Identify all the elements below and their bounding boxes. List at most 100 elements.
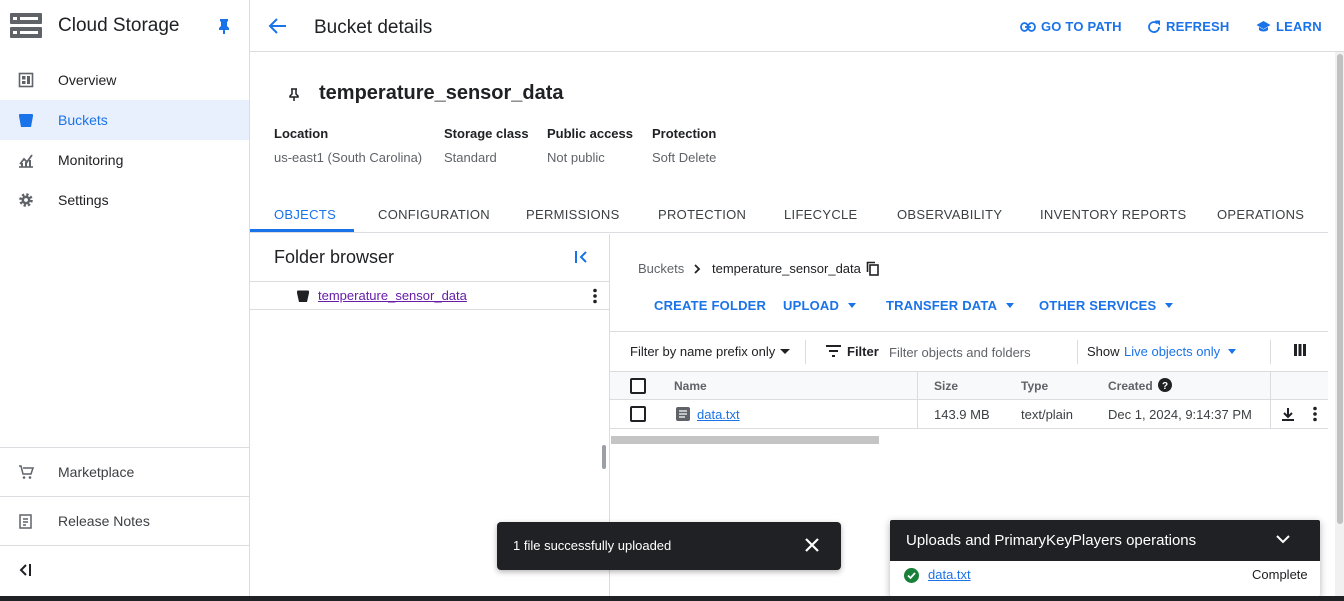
select-all-checkbox[interactable]	[630, 378, 646, 394]
filter-input[interactable]	[889, 342, 1069, 362]
panel-resize-handle[interactable]	[602, 445, 606, 469]
show-select-value: Live objects only	[1124, 344, 1221, 359]
uploaded-file-link[interactable]: data.txt	[928, 567, 971, 582]
transfer-data-button[interactable]: TRANSFER DATA	[886, 298, 1015, 313]
divider	[1270, 340, 1271, 364]
sidebar-item-monitoring[interactable]: Monitoring	[0, 140, 249, 180]
horizontal-scrollbar[interactable]	[611, 436, 879, 444]
column-divider	[1270, 400, 1271, 428]
upload-button[interactable]: UPLOAD	[783, 298, 857, 313]
sidebar-item-label: Marketplace	[58, 464, 135, 480]
refresh-button[interactable]: REFRESH	[1147, 19, 1230, 34]
column-header-created[interactable]: Created	[1108, 379, 1153, 393]
tab-protection[interactable]: PROTECTION	[658, 207, 746, 222]
meta-value-public-access: Not public	[547, 150, 605, 165]
sidebar-header: Cloud Storage	[0, 0, 249, 52]
tab-configuration[interactable]: CONFIGURATION	[378, 207, 490, 222]
dashboard-icon	[18, 72, 34, 88]
chevron-down-icon[interactable]	[1275, 532, 1291, 546]
upload-panel-header[interactable]: Uploads and PrimaryKeyPlayers operations	[890, 520, 1320, 561]
back-arrow-icon[interactable]	[268, 16, 288, 36]
objects-table-header: Name Size Type Created ?	[610, 371, 1328, 400]
column-header-size[interactable]: Size	[934, 379, 958, 393]
tab-inventory-reports[interactable]: INVENTORY REPORTS	[1040, 207, 1186, 222]
copy-icon[interactable]	[866, 261, 879, 276]
upload-panel-title: Uploads and PrimaryKeyPlayers operations	[906, 532, 1197, 549]
help-icon[interactable]: ?	[1158, 378, 1172, 392]
column-header-type[interactable]: Type	[1021, 379, 1048, 393]
show-select[interactable]: Live objects only	[1124, 344, 1237, 359]
tab-lifecycle[interactable]: LIFECYCLE	[784, 207, 858, 222]
object-name-link[interactable]: data.txt	[697, 407, 740, 422]
page-title: Bucket details	[314, 17, 433, 38]
filter-mode-label: Filter by name prefix only	[630, 344, 776, 359]
download-icon[interactable]	[1281, 407, 1295, 422]
other-services-button[interactable]: OTHER SERVICES	[1039, 298, 1174, 313]
sidebar-item-marketplace[interactable]: Marketplace	[0, 452, 249, 492]
column-resizer[interactable]	[917, 372, 918, 400]
pin-outline-icon[interactable]	[288, 88, 300, 102]
pin-icon[interactable]	[217, 18, 231, 34]
filter-label: Filter	[847, 344, 879, 359]
column-display-icon[interactable]	[1294, 344, 1306, 356]
collapse-sidebar-icon[interactable]	[18, 563, 34, 577]
sidebar-item-label: Release Notes	[58, 513, 150, 529]
page-header: Bucket details GO TO PATH REFRESH LEARN	[250, 0, 1344, 52]
tab-operations[interactable]: OPERATIONS	[1217, 207, 1304, 222]
chevron-right-icon	[694, 264, 701, 274]
table-row[interactable]: data.txt 143.9 MB text/plain Dec 1, 2024…	[610, 400, 1328, 429]
upload-label: UPLOAD	[783, 298, 840, 313]
sidebar-item-release-notes[interactable]: Release Notes	[0, 501, 249, 541]
create-folder-button[interactable]: CREATE FOLDER	[654, 298, 766, 313]
sidebar-item-buckets[interactable]: Buckets	[0, 100, 249, 140]
filter-icon	[826, 345, 841, 357]
meta-label-location: Location	[274, 126, 329, 141]
sidebar-item-overview[interactable]: Overview	[0, 60, 249, 100]
file-icon	[676, 407, 690, 421]
upload-status: Complete	[1252, 567, 1308, 582]
go-to-path-button[interactable]: GO TO PATH	[1020, 19, 1122, 34]
close-icon[interactable]	[805, 538, 819, 552]
more-vert-icon[interactable]	[1313, 406, 1317, 422]
chart-icon	[19, 154, 33, 168]
tab-observability[interactable]: OBSERVABILITY	[897, 207, 1002, 222]
divider	[805, 340, 806, 364]
row-checkbox[interactable]	[630, 406, 646, 422]
sidebar-divider	[0, 545, 249, 546]
sidebar-item-label: Settings	[58, 192, 109, 208]
filter-mode-select[interactable]: Filter by name prefix only	[630, 344, 791, 359]
column-header-name[interactable]: Name	[674, 379, 707, 393]
app-root: Cloud Storage Overview Buckets Monitorin…	[0, 0, 1344, 601]
create-folder-label: CREATE FOLDER	[654, 298, 767, 313]
tab-objects[interactable]: OBJECTS	[274, 207, 336, 222]
learn-button[interactable]: LEARN	[1256, 19, 1322, 34]
meta-label-storage-class: Storage class	[444, 126, 529, 141]
tab-permissions[interactable]: PERMISSIONS	[526, 207, 620, 222]
column-resizer[interactable]	[1270, 372, 1271, 400]
folder-tree-item[interactable]: temperature_sensor_data	[250, 281, 609, 310]
sidebar-item-settings[interactable]: Settings	[0, 180, 249, 220]
meta-label-public-access: Public access	[547, 126, 633, 141]
cart-icon	[19, 465, 34, 479]
object-created: Dec 1, 2024, 9:14:37 PM	[1108, 407, 1252, 422]
bucket-icon	[19, 114, 33, 127]
meta-label-protection: Protection	[652, 126, 717, 141]
folder-tree-item-label[interactable]: temperature_sensor_data	[318, 288, 467, 303]
dropdown-caret-icon	[1228, 349, 1237, 354]
meta-value-location: us-east1 (South Carolina)	[274, 150, 423, 165]
refresh-icon	[1148, 20, 1160, 33]
collapse-panel-icon[interactable]	[574, 250, 590, 264]
breadcrumb-root[interactable]: Buckets	[638, 261, 684, 276]
check-circle-icon	[904, 568, 919, 583]
more-vert-icon[interactable]	[593, 288, 597, 304]
meta-value-storage-class: Standard	[444, 150, 497, 165]
learn-label: LEARN	[1276, 19, 1322, 34]
meta-value-protection: Soft Delete	[652, 150, 717, 165]
sidebar-item-label: Buckets	[58, 112, 108, 128]
svg-text:?: ?	[1162, 381, 1168, 392]
upload-status-panel: Uploads and PrimaryKeyPlayers operations…	[890, 520, 1320, 596]
dropdown-caret-icon	[780, 349, 791, 354]
vertical-scrollbar-thumb[interactable]	[1337, 54, 1343, 524]
sidebar-divider	[0, 447, 249, 448]
folder-browser-title: Folder browser	[274, 247, 395, 267]
